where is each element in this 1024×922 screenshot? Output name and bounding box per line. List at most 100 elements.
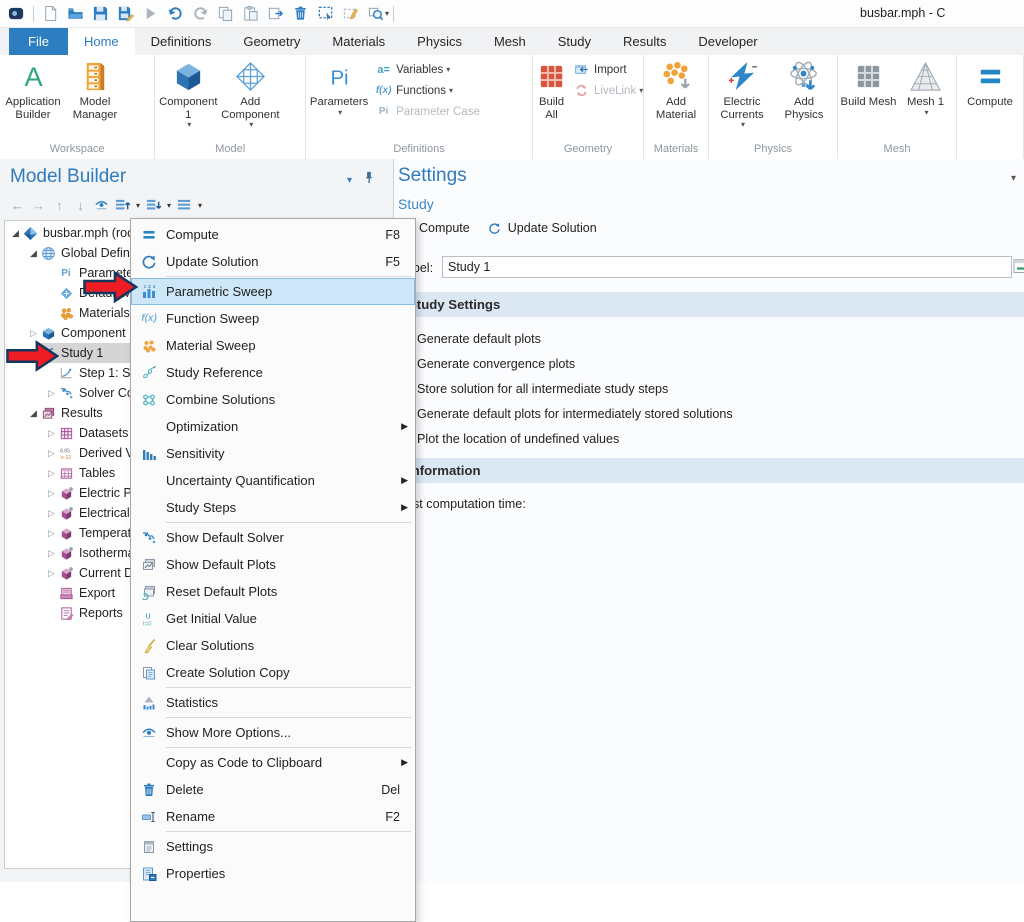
tab-study[interactable]: Study [542,28,607,55]
menu-item-combine-solutions[interactable]: Combine Solutions [131,386,415,413]
settings-menu-dropdown-icon[interactable]: ▾ [1011,173,1016,184]
tab-file[interactable]: File [9,28,68,55]
compute-button[interactable]: Compute [959,56,1021,109]
menu-item-statistics[interactable]: Statistics [131,689,415,716]
select-box-icon[interactable] [313,2,338,25]
compute-button[interactable]: Compute [419,221,470,235]
build-all-button[interactable]: Build All [535,56,568,121]
import-button[interactable]: Import [568,59,648,80]
menu-item-study-steps[interactable]: Study Steps▶ [131,494,415,521]
menu-item-uncertainty-quantification[interactable]: Uncertainty Quantification▶ [131,467,415,494]
menu-item-optimization[interactable]: Optimization▶ [131,413,415,440]
pin-icon[interactable] [362,171,375,189]
tab-materials[interactable]: Materials [316,28,401,55]
tab-geometry[interactable]: Geometry [227,28,316,55]
dropdown-icon[interactable]: ▾ [385,9,389,18]
delete-icon[interactable] [288,2,313,25]
tree-caret-collapsed[interactable]: ▷ [45,428,58,439]
menu-item-get-initial-value[interactable]: Ut=0Get Initial Value [131,605,415,632]
tab-definitions[interactable]: Definitions [135,28,228,55]
add-material-button[interactable]: Add Material [646,56,706,121]
checkbox-row-generate-default-plots[interactable]: Generate default plots [394,326,1024,351]
tree-caret-collapsed[interactable]: ▷ [27,328,40,339]
move-down-icon[interactable]: ↓ [71,196,90,215]
update-solution-button[interactable]: Update Solution [508,221,597,235]
label-input[interactable] [442,256,1012,278]
tab-mesh[interactable]: Mesh [478,28,542,55]
label-action-icon[interactable] [1013,257,1024,276]
checkbox-row-generate-default-plots-for-intermediatel[interactable]: Generate default plots for intermediatel… [394,401,1024,426]
menu-item-sensitivity[interactable]: Sensitivity [131,440,415,467]
information-section-header[interactable]: Information [394,458,1024,483]
build-mesh-button[interactable]: Build Mesh [840,56,897,109]
panel-menu-dropdown-icon[interactable]: ▾ [347,175,352,186]
menu-item-rename[interactable]: RenameF2 [131,803,415,830]
tree-caret-expanded[interactable]: ◢ [9,228,22,239]
model-manager-button[interactable]: Model Manager [64,56,126,121]
save-icon[interactable] [88,2,113,25]
menu-item-settings[interactable]: Settings [131,833,415,860]
tree-caret-collapsed[interactable]: ▷ [45,528,58,539]
add-component-button[interactable]: Add Component▾ [219,56,281,130]
study-settings-section-header[interactable]: Study Settings [394,292,1024,317]
checkbox-row-plot-the-location-of-undefined-values[interactable]: Plot the location of undefined values [394,426,1024,451]
menu-item-reset-default-plots[interactable]: Reset Default Plots [131,578,415,605]
tree-caret-collapsed[interactable]: ▷ [45,488,58,499]
move-up-icon[interactable]: ↑ [50,196,69,215]
menu-item-parametric-sweep[interactable]: 123Parametric Sweep [131,278,415,305]
menu-item-delete[interactable]: DeleteDel [131,776,415,803]
application-builder-button[interactable]: AApplication Builder [2,56,64,121]
menu-item-create-solution-copy[interactable]: Create Solution Copy [131,659,415,686]
tree-caret-expanded[interactable]: ◢ [27,248,40,259]
add-physics-button[interactable]: Add Physics [773,56,835,121]
save-as-icon[interactable] [113,2,138,25]
menu-item-material-sweep[interactable]: Material Sweep [131,332,415,359]
menu-item-copy-as-code-to-clipboard[interactable]: Copy as Code to Clipboard▶ [131,749,415,776]
copy-icon[interactable] [213,2,238,25]
tree-caret-collapsed[interactable]: ▷ [45,508,58,519]
tab-developer[interactable]: Developer [682,28,773,55]
checkbox-row-store-solution-for-all-intermediate-stud[interactable]: Store solution for all intermediate stud… [394,376,1024,401]
menu-item-study-reference[interactable]: Study Reference [131,359,415,386]
electric-currents-button[interactable]: Electric Currents▾ [711,56,773,130]
duplicate-icon[interactable] [263,2,288,25]
menu-item-show-more-options-[interactable]: Show More Options... [131,719,415,746]
variables-button[interactable]: a=Variables▾ [370,59,485,80]
menu-item-show-default-solver[interactable]: Show Default Solver [131,524,415,551]
back-icon[interactable]: ← [8,196,27,215]
tree-caret-collapsed[interactable]: ▷ [45,468,58,479]
undo-icon[interactable] [163,2,188,25]
forward-icon[interactable]: → [29,196,48,215]
collapse-up-icon[interactable] [113,196,132,215]
menu-item-update-solution[interactable]: Update SolutionF5 [131,248,415,275]
clear-selection-icon[interactable] [338,2,363,25]
tab-home[interactable]: Home [68,28,135,55]
checkbox-row-generate-convergence-plots[interactable]: Generate convergence plots [394,351,1024,376]
menu-item-show-default-plots[interactable]: Show Default Plots [131,551,415,578]
menu-item-properties[interactable]: Properties [131,860,415,887]
tree-caret-collapsed[interactable]: ▷ [45,568,58,579]
collapse-down-icon[interactable] [144,196,163,215]
chevron-down-icon[interactable]: ▾ [136,201,140,210]
menu-item-function-sweep[interactable]: f(x)Function Sweep [131,305,415,332]
chevron-down-icon[interactable]: ▾ [167,201,171,210]
parameters-button[interactable]: PiParameters▾ [308,56,370,118]
tree-caret-collapsed[interactable]: ▷ [45,548,58,559]
paste-icon[interactable] [238,2,263,25]
open-icon[interactable] [63,2,88,25]
menu-item-compute[interactable]: ComputeF8 [131,221,415,248]
mesh-1-button[interactable]: Mesh 1▾ [897,56,954,118]
redo-icon[interactable] [188,2,213,25]
new-file-icon[interactable] [38,2,63,25]
tab-results[interactable]: Results [607,28,682,55]
tree-caret-collapsed[interactable]: ▷ [45,388,58,399]
tab-physics[interactable]: Physics [401,28,478,55]
chevron-down-icon[interactable]: ▾ [198,201,202,210]
functions-button[interactable]: f(x)Functions▾ [370,80,485,101]
component-1-button[interactable]: Component 1▾ [157,56,219,130]
show-icon[interactable] [92,196,111,215]
view-controls-icon[interactable] [175,196,194,215]
menu-item-clear-solutions[interactable]: Clear Solutions [131,632,415,659]
tree-caret-collapsed[interactable]: ▷ [45,448,58,459]
tree-caret-expanded[interactable]: ◢ [27,408,40,419]
